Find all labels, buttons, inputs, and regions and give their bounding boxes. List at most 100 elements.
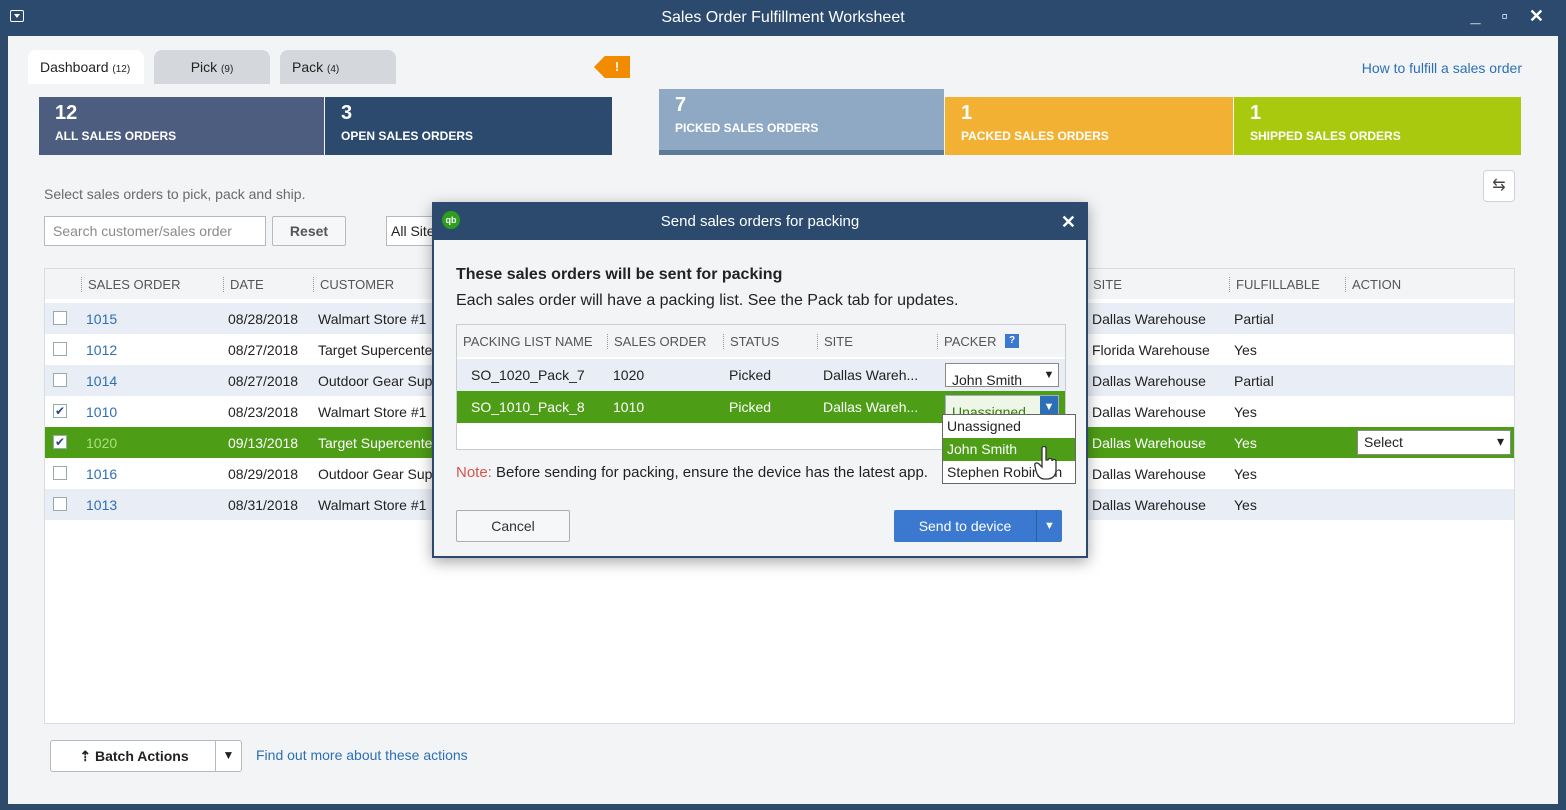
site-name: Dallas Warehouse bbox=[1092, 404, 1206, 420]
packer-option[interactable]: Unassigned bbox=[943, 415, 1075, 438]
col-site[interactable]: SITE bbox=[1087, 277, 1122, 292]
window-controls[interactable]: _ ▫ ✕ bbox=[1471, 6, 1552, 27]
order-date: 08/29/2018 bbox=[228, 466, 299, 482]
sales-order-link[interactable]: 1020 bbox=[86, 435, 117, 451]
card-open-orders[interactable]: 3 OPEN SALES ORDERS bbox=[325, 97, 612, 155]
card-packed-orders[interactable]: 1 PACKED SALES ORDERS bbox=[945, 97, 1233, 155]
customer-name: Walmart Store #1 bbox=[318, 311, 427, 327]
col-fulfillable[interactable]: FULFILLABLE bbox=[1229, 277, 1320, 292]
batch-icon: ⇡ bbox=[79, 748, 95, 764]
site-name: Dallas Warehouse bbox=[1092, 497, 1206, 513]
col-sales-order[interactable]: SALES ORDER bbox=[81, 277, 180, 292]
customer-name: Target Supercenter bbox=[318, 435, 438, 451]
send-to-device-button[interactable]: Send to device ▼ bbox=[894, 510, 1062, 542]
title-bar: Sales Order Fulfillment Worksheet _ ▫ ✕ bbox=[0, 0, 1566, 36]
fulfillable-value: Partial bbox=[1234, 311, 1274, 327]
site-name: Dallas Warehouse bbox=[1092, 435, 1206, 451]
sales-order-number: 1010 bbox=[613, 399, 645, 415]
fulfillable-value: Yes bbox=[1234, 466, 1257, 482]
col-customer[interactable]: CUSTOMER bbox=[313, 277, 394, 292]
action-select[interactable]: Select bbox=[1357, 430, 1511, 455]
help-icon[interactable]: ? bbox=[1005, 334, 1019, 348]
chevron-down-icon[interactable]: ▼ bbox=[215, 741, 241, 771]
tab-label: Pack bbox=[292, 59, 324, 75]
summary-strip: 12 ALL SALES ORDERS 3 OPEN SALES ORDERS 7 P… bbox=[39, 89, 1521, 155]
site-value: Dallas Wareh... bbox=[823, 399, 919, 415]
card-label: PACKED SALES ORDERS bbox=[961, 129, 1109, 143]
note-text: Before sending for packing, ensure the d… bbox=[491, 464, 928, 481]
chevron-down-icon[interactable]: ▼ bbox=[1036, 510, 1062, 542]
tab-dashboard[interactable]: Dashboard (12) bbox=[28, 50, 144, 84]
dialog-heading: These sales orders will be sent for pack… bbox=[456, 266, 783, 283]
sales-order-link[interactable]: 1013 bbox=[86, 497, 117, 513]
packing-list-name: SO_1020_Pack_7 bbox=[471, 367, 585, 383]
order-date: 08/23/2018 bbox=[228, 404, 299, 420]
card-label: OPEN SALES ORDERS bbox=[341, 129, 474, 143]
dialog-title-bar: qb Send sales orders for packing ✕ bbox=[434, 204, 1086, 240]
card-label: PICKED SALES ORDERS bbox=[675, 121, 819, 135]
customer-name: Target Supercenter bbox=[318, 342, 438, 358]
sales-order-link[interactable]: 1015 bbox=[86, 311, 117, 327]
cancel-button[interactable]: Cancel bbox=[456, 510, 570, 542]
order-date: 09/13/2018 bbox=[228, 435, 299, 451]
tab-pick[interactable]: Pick (9) bbox=[154, 50, 270, 84]
tab-count: (4) bbox=[327, 64, 340, 75]
dialog-title: Send sales orders for packing bbox=[660, 213, 860, 230]
help-link[interactable]: How to fulfill a sales order bbox=[1362, 60, 1522, 76]
order-date: 08/28/2018 bbox=[228, 311, 299, 327]
row-checkbox[interactable] bbox=[53, 311, 67, 325]
sales-order-link[interactable]: 1010 bbox=[86, 404, 117, 420]
tab-pack[interactable]: Pack (4) ! bbox=[280, 50, 630, 84]
packer-select[interactable]: John Smith ▼ bbox=[945, 363, 1059, 388]
packing-row[interactable]: SO_1020_Pack_7 1020 Picked Dallas Wareh.… bbox=[457, 359, 1065, 391]
chevron-down-icon: ▼ bbox=[1043, 369, 1055, 381]
row-checkbox[interactable] bbox=[53, 373, 67, 387]
packing-list-name: SO_1010_Pack_8 bbox=[471, 399, 585, 415]
customer-name: Walmart Store #1 bbox=[318, 404, 427, 420]
card-count: 1 bbox=[1250, 102, 1262, 124]
dialog-note: Note: Before sending for packing, ensure… bbox=[456, 464, 956, 481]
refresh-icon[interactable]: ⇆ bbox=[1483, 170, 1515, 202]
row-checkbox[interactable] bbox=[53, 466, 67, 480]
col-date[interactable]: DATE bbox=[223, 277, 264, 292]
sales-order-link[interactable]: 1016 bbox=[86, 466, 117, 482]
warning-badge-icon: ! bbox=[594, 56, 630, 78]
card-count: 7 bbox=[675, 94, 687, 116]
card-label: ALL SALES ORDERS bbox=[55, 129, 177, 143]
card-picked-orders[interactable]: 7 PICKED SALES ORDERS bbox=[659, 89, 944, 155]
col-action[interactable]: ACTION bbox=[1345, 277, 1401, 292]
card-count: 12 bbox=[55, 102, 78, 124]
hand-cursor-icon bbox=[1034, 446, 1057, 480]
row-checkbox[interactable]: ✔ bbox=[53, 404, 67, 418]
batch-actions-label: ⇡ Batch Actions bbox=[51, 741, 217, 771]
tab-label: Pick bbox=[190, 59, 218, 75]
batch-label-text: Batch Actions bbox=[95, 748, 189, 764]
row-checkbox[interactable]: ✔ bbox=[53, 435, 67, 449]
reset-button[interactable]: Reset bbox=[272, 216, 346, 246]
card-count: 3 bbox=[341, 102, 353, 124]
site-name: Dallas Warehouse bbox=[1092, 373, 1206, 389]
col-status: STATUS bbox=[723, 334, 779, 349]
sales-order-number: 1020 bbox=[613, 367, 645, 383]
search-input[interactable]: Search customer/sales order bbox=[44, 216, 266, 246]
fulfillable-value: Yes bbox=[1234, 497, 1257, 513]
sales-order-link[interactable]: 1012 bbox=[86, 342, 117, 358]
batch-help-link[interactable]: Find out more about these actions bbox=[256, 747, 468, 763]
fulfillable-value: Yes bbox=[1234, 435, 1257, 451]
card-all-orders[interactable]: 12 ALL SALES ORDERS bbox=[39, 97, 324, 155]
packing-table-header: PACKING LIST NAME SALES ORDER STATUS SIT… bbox=[457, 325, 1065, 357]
row-checkbox[interactable] bbox=[53, 497, 67, 511]
col-packer: PACKER bbox=[937, 334, 997, 349]
row-checkbox[interactable] bbox=[53, 342, 67, 356]
instructions: Select sales orders to pick, pack and sh… bbox=[44, 186, 306, 202]
sales-order-link[interactable]: 1014 bbox=[86, 373, 117, 389]
packer-value: John Smith bbox=[952, 372, 1023, 388]
close-icon[interactable]: ✕ bbox=[1061, 204, 1076, 240]
col-site: SITE bbox=[817, 334, 853, 349]
note-label: Note: bbox=[456, 464, 492, 481]
card-shipped-orders[interactable]: 1 SHIPPED SALES ORDERS bbox=[1234, 97, 1521, 155]
tab-label: Dashboard bbox=[40, 59, 109, 75]
customer-name: Walmart Store #1 bbox=[318, 497, 427, 513]
fulfillable-value: Yes bbox=[1234, 404, 1257, 420]
batch-actions-button[interactable]: ⇡ Batch Actions ▼ bbox=[50, 740, 242, 772]
